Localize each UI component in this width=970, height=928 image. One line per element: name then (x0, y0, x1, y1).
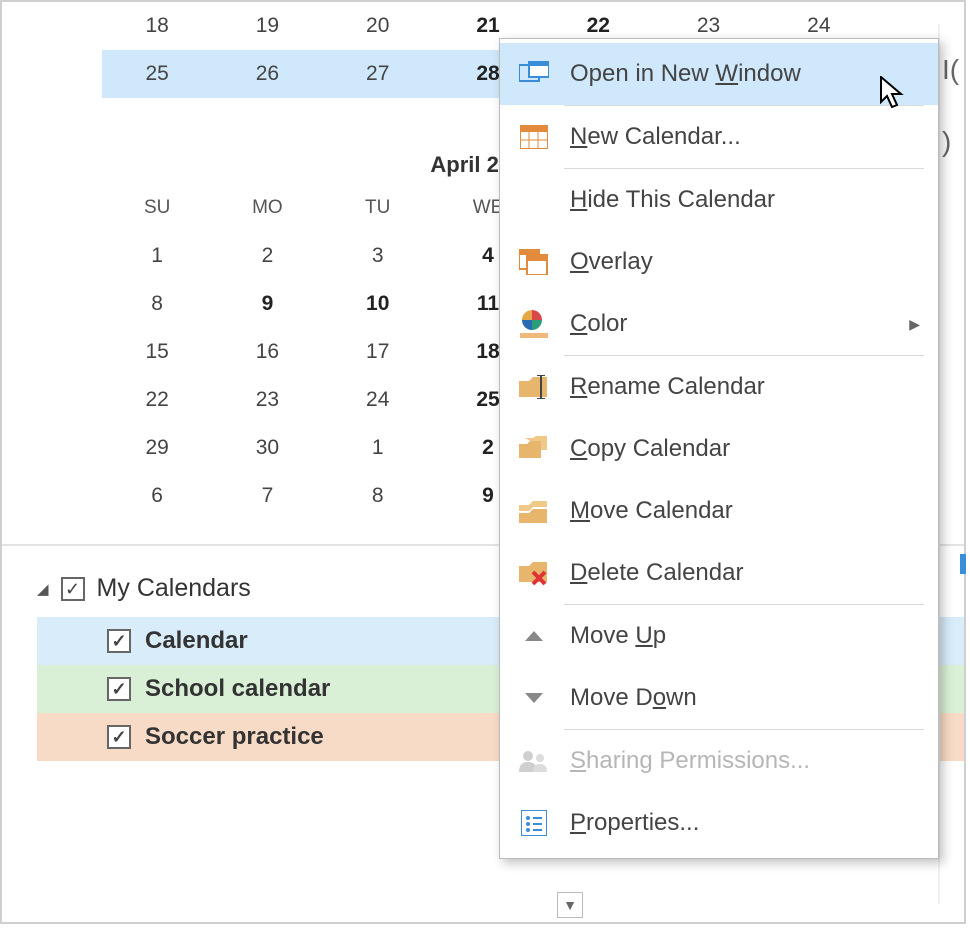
scroll-down-button[interactable]: ▼ (557, 892, 583, 918)
menu-delete-calendar[interactable]: Delete Calendar (500, 542, 938, 604)
calendar-day[interactable]: 19 (212, 2, 322, 50)
calendar-day[interactable]: 20 (323, 2, 433, 50)
calendar-day[interactable]: 24 (323, 376, 433, 424)
calendar-checkbox[interactable] (107, 629, 131, 653)
calendar-item-label: Calendar (145, 627, 248, 655)
properties-icon (514, 810, 554, 836)
right-panel-peek: I( ) (938, 24, 966, 904)
calendar-day[interactable]: 23 (212, 376, 322, 424)
menu-sharing-permissions: Sharing Permissions... (500, 730, 938, 792)
menu-move-down[interactable]: Move Down (500, 667, 938, 729)
folder-copy-icon (514, 436, 554, 462)
menu-copy-calendar[interactable]: Copy Calendar (500, 418, 938, 480)
peek-text-2: ) (940, 126, 966, 158)
calendar-day[interactable]: 26 (212, 50, 322, 98)
group-title: My Calendars (97, 574, 251, 603)
menu-label: Overlay (570, 248, 653, 276)
people-icon (514, 750, 554, 772)
time-marker-icon (960, 554, 966, 574)
calendar-day[interactable]: 16 (212, 328, 322, 376)
up-arrow-icon (514, 629, 554, 643)
calendar-grid-icon (514, 125, 554, 149)
calendar-day[interactable]: 1 (323, 424, 433, 472)
menu-label: New Calendar... (570, 123, 741, 151)
menu-label: Color (570, 310, 627, 338)
dow-label: TU (323, 184, 433, 232)
dow-label: MO (212, 184, 322, 232)
group-checkbox[interactable] (61, 577, 85, 601)
calendar-day[interactable]: 29 (102, 424, 212, 472)
menu-overlay[interactable]: Overlay (500, 231, 938, 293)
mouse-cursor-icon (880, 76, 906, 110)
calendar-day[interactable]: 27 (323, 50, 433, 98)
menu-label: Copy Calendar (570, 435, 730, 463)
calendar-day[interactable]: 25 (102, 50, 212, 98)
calendar-item-label: School calendar (145, 675, 330, 703)
menu-label: Sharing Permissions... (570, 747, 810, 775)
menu-open-new-window[interactable]: Open in New Window (500, 43, 938, 105)
calendar-day[interactable]: 9 (212, 280, 322, 328)
calendar-day[interactable]: 2 (212, 232, 322, 280)
calendar-day[interactable]: 1 (102, 232, 212, 280)
calendar-day[interactable]: 3 (323, 232, 433, 280)
new-window-icon (514, 61, 554, 87)
color-pie-icon (514, 310, 554, 338)
menu-label: Rename Calendar (570, 373, 765, 401)
menu-label: Delete Calendar (570, 559, 743, 587)
calendar-day[interactable]: 22 (102, 376, 212, 424)
folder-rename-icon (514, 375, 554, 399)
menu-move-calendar[interactable]: Move Calendar (500, 480, 938, 542)
menu-color[interactable]: Color ▶ (500, 293, 938, 355)
calendar-day[interactable]: 7 (212, 472, 322, 520)
menu-rename-calendar[interactable]: Rename Calendar (500, 356, 938, 418)
calendar-day[interactable]: 8 (323, 472, 433, 520)
dow-label: SU (102, 184, 212, 232)
calendar-checkbox[interactable] (107, 677, 131, 701)
collapse-tri-icon: ◢ (37, 580, 49, 598)
menu-label: Hide This Calendar (570, 186, 775, 214)
menu-new-calendar[interactable]: New Calendar... (500, 106, 938, 168)
calendar-context-menu: Open in New Window New Calendar... Hide … (499, 38, 939, 859)
calendar-checkbox[interactable] (107, 725, 131, 749)
calendar-day[interactable]: 17 (323, 328, 433, 376)
folder-delete-icon (514, 560, 554, 586)
menu-label: Properties... (570, 809, 699, 837)
menu-properties[interactable]: Properties... (500, 792, 938, 854)
calendar-day[interactable]: 6 (102, 472, 212, 520)
calendar-day[interactable]: 10 (323, 280, 433, 328)
calendar-day[interactable]: 30 (212, 424, 322, 472)
menu-label: Move Down (570, 684, 697, 712)
menu-move-up[interactable]: Move Up (500, 605, 938, 667)
folder-move-icon (514, 499, 554, 523)
menu-label: Open in New Window (570, 60, 801, 88)
calendar-day[interactable]: 15 (102, 328, 212, 376)
calendar-day[interactable]: 8 (102, 280, 212, 328)
down-arrow-icon (514, 691, 554, 705)
menu-hide-calendar[interactable]: Hide This Calendar (500, 169, 938, 231)
menu-label: Move Calendar (570, 497, 733, 525)
calendar-day[interactable]: 18 (102, 2, 212, 50)
menu-label: Move Up (570, 622, 666, 650)
submenu-arrow-icon: ▶ (909, 316, 920, 333)
peek-text-1: I( (940, 54, 966, 86)
overlay-icon (514, 249, 554, 275)
calendar-item-label: Soccer practice (145, 723, 324, 751)
